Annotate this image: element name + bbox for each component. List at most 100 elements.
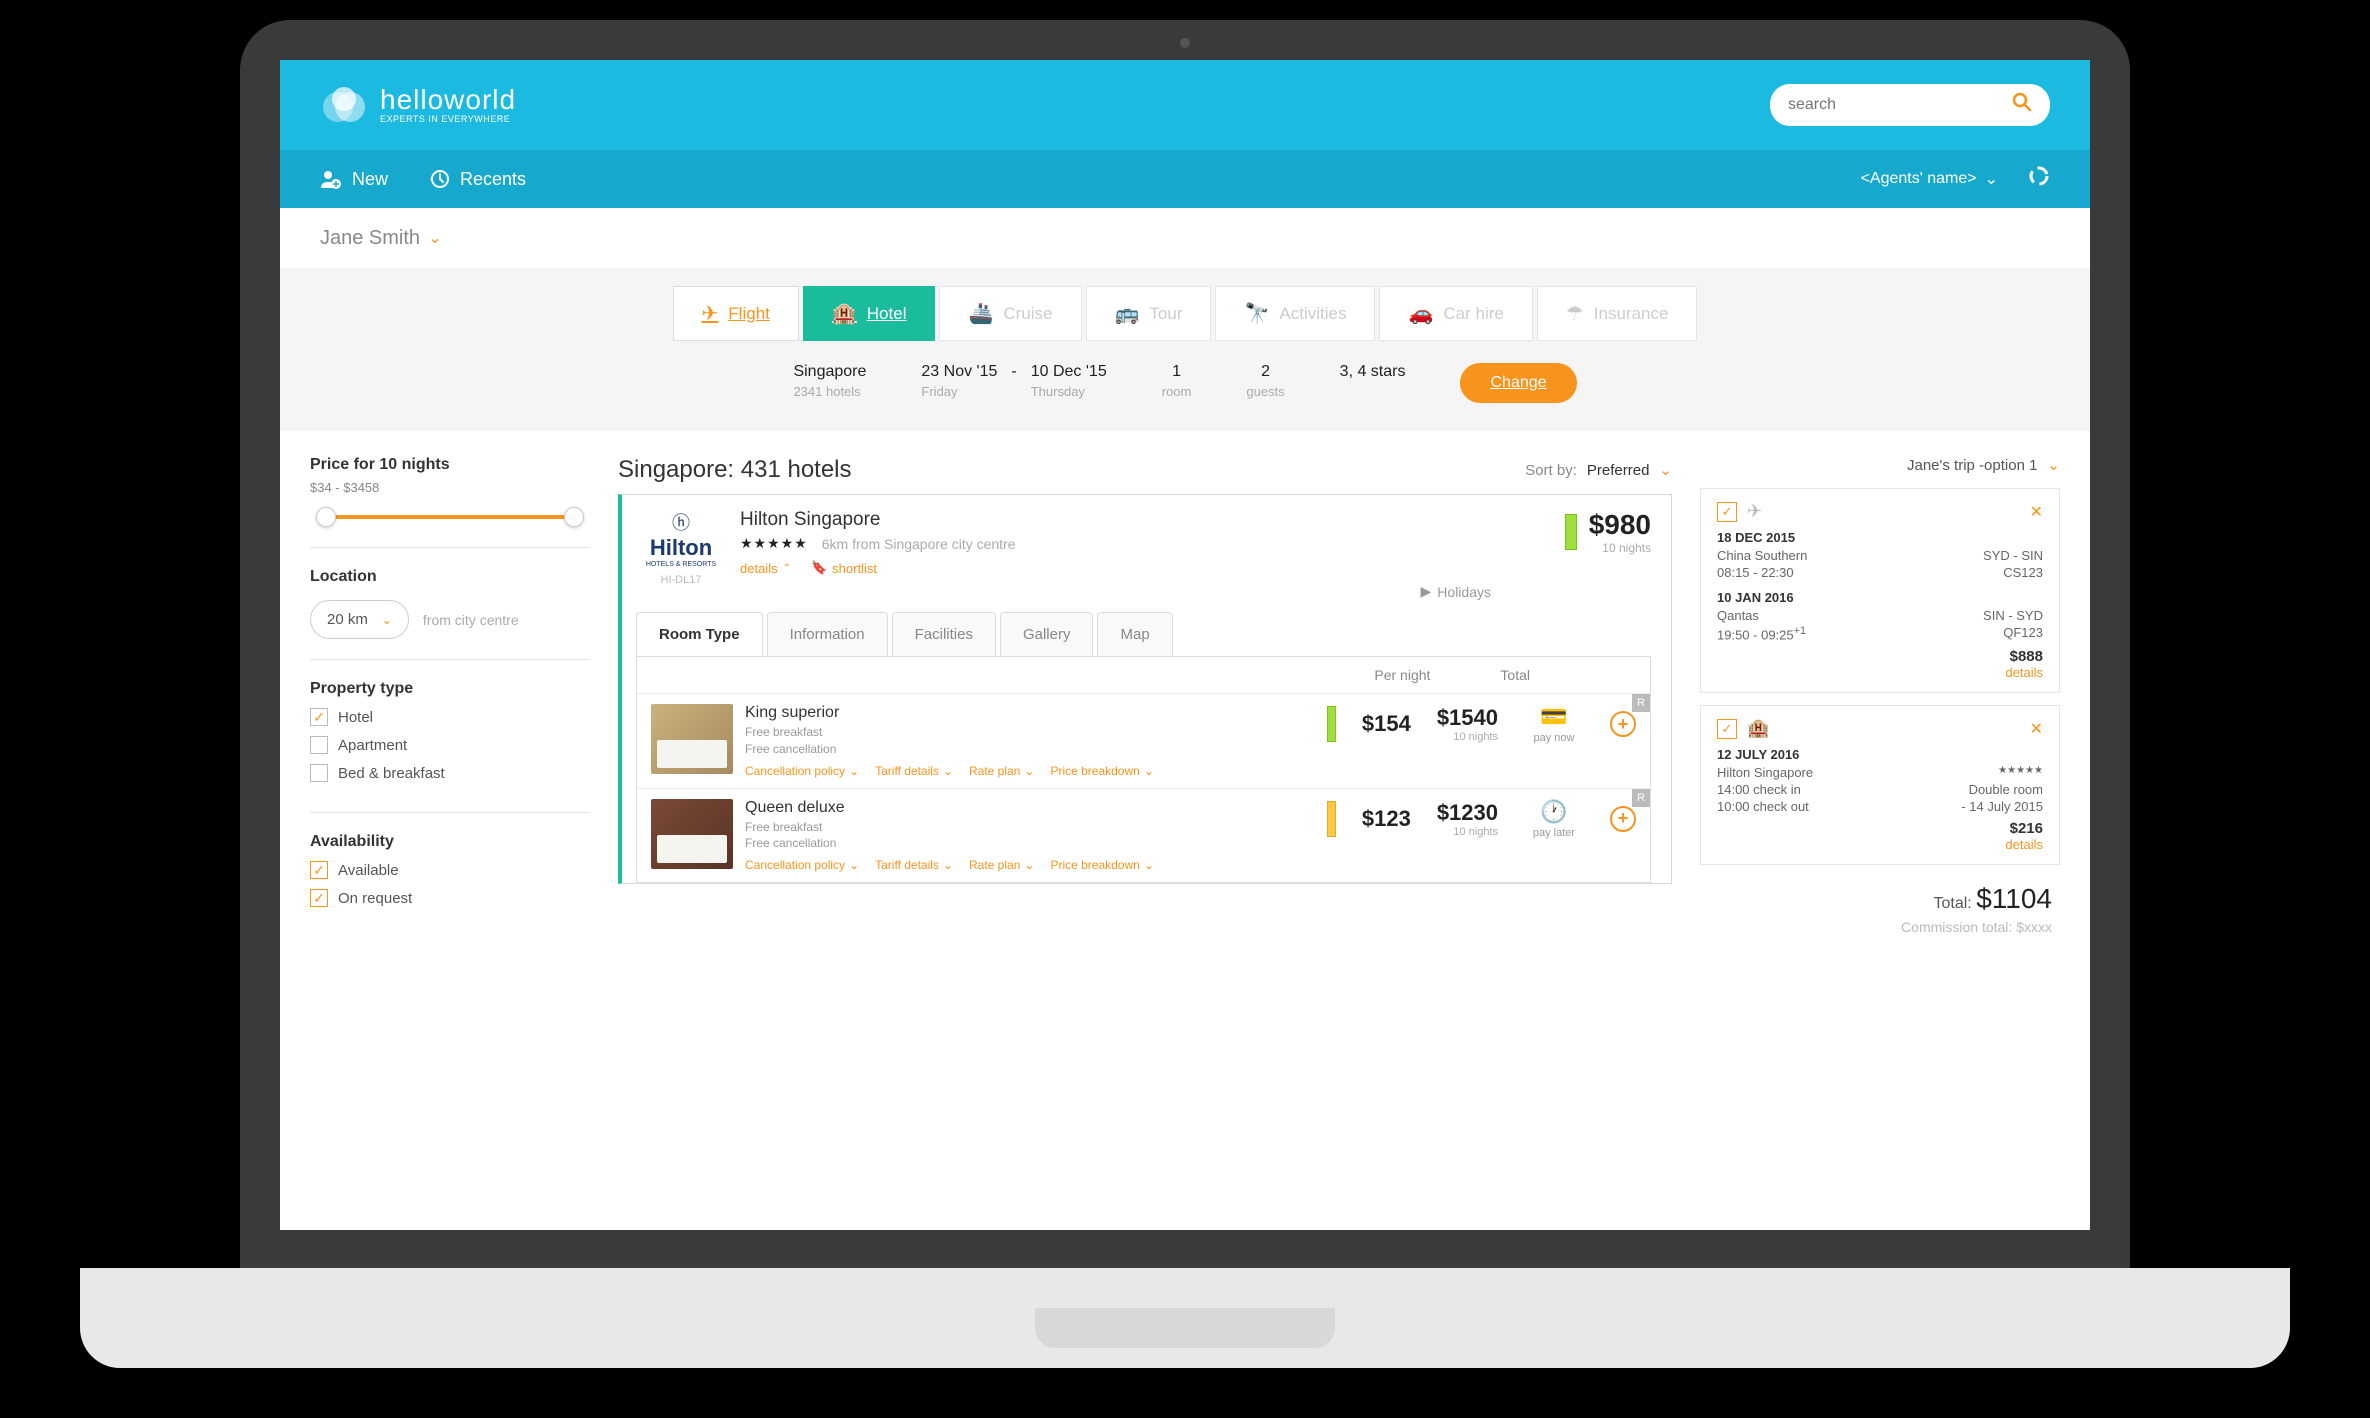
- airline: China Southern: [1717, 548, 1807, 563]
- col-total: Total: [1500, 667, 1530, 683]
- room-inclusion: Free cancellation: [745, 741, 1315, 758]
- brand-logo[interactable]: helloworld EXPERTS IN EVERYWHERE: [320, 85, 516, 126]
- tab-flight[interactable]: ✈Flight: [673, 286, 799, 341]
- link-label: Rate plan: [969, 764, 1020, 778]
- tab-car[interactable]: 🚗Car hire: [1379, 286, 1532, 341]
- new-button[interactable]: New: [320, 168, 388, 190]
- chevron-down-icon: ⌄: [2047, 456, 2060, 474]
- filter-sidebar: Price for 10 nights $34 - $3458 Location…: [310, 456, 590, 957]
- holidays-brand: ▶Holidays: [1421, 583, 1491, 600]
- tab-strip-area: ✈Flight 🏨Hotel 🚢Cruise 🚌Tour 🔭Activities…: [280, 268, 2090, 431]
- link-label: Rate plan: [969, 858, 1020, 872]
- pricebreak-link[interactable]: Price breakdown ⌄: [1050, 764, 1153, 778]
- add-room-button[interactable]: +: [1610, 806, 1636, 832]
- add-room-button[interactable]: +: [1610, 711, 1636, 737]
- car-icon: 🚗: [1408, 301, 1433, 326]
- criteria-guests-label: guests: [1246, 384, 1284, 399]
- trip-totals: Total: $1104 Commission total: $xxxx: [1700, 877, 2060, 941]
- cancellation-link[interactable]: Cancellation policy ⌄: [745, 764, 859, 778]
- checkout-time: 10:00 check out: [1717, 799, 1809, 814]
- hotel-price: $980: [1589, 509, 1651, 541]
- checkbox-apartment[interactable]: Apartment: [310, 736, 590, 754]
- tab-cruise[interactable]: 🚢Cruise: [939, 286, 1081, 341]
- checkbox-onrequest[interactable]: ✓On request: [310, 889, 590, 907]
- subtab-roomtype[interactable]: Room Type: [636, 612, 763, 656]
- chevron-down-icon: ⌄: [1659, 461, 1672, 479]
- header: helloworld EXPERTS IN EVERYWHERE: [280, 60, 2090, 150]
- rateplan-link[interactable]: Rate plan ⌄: [969, 764, 1034, 778]
- room-inclusion: Free breakfast: [745, 819, 1315, 836]
- subtab-information[interactable]: Information: [767, 612, 888, 656]
- subtab-facilities[interactable]: Facilities: [892, 612, 996, 656]
- trip-checkbox[interactable]: ✓: [1717, 502, 1737, 522]
- pricebreak-link[interactable]: Price breakdown ⌄: [1050, 858, 1153, 872]
- subtab-gallery[interactable]: Gallery: [1000, 612, 1094, 656]
- price-slider[interactable]: [310, 507, 590, 527]
- trip-details-link[interactable]: details: [1717, 837, 2043, 852]
- checkbox-label: On request: [338, 890, 412, 907]
- hotel-brand: Hilton: [636, 535, 726, 561]
- room-total: $1230: [1437, 800, 1498, 826]
- link-label: Cancellation policy: [745, 764, 845, 778]
- room-total: $1540: [1437, 705, 1498, 731]
- sort-label: Sort by:: [1525, 462, 1577, 479]
- search-box[interactable]: [1770, 84, 2050, 126]
- slider-thumb-min[interactable]: [316, 507, 336, 527]
- tab-insurance[interactable]: ☂Insurance: [1537, 286, 1698, 341]
- tab-activities[interactable]: 🔭Activities: [1215, 286, 1375, 341]
- content-area: Price for 10 nights $34 - $3458 Location…: [280, 431, 2090, 957]
- chevron-up-icon: ⌃: [783, 563, 791, 574]
- tab-label: Hotel: [867, 304, 907, 324]
- tab-hotel[interactable]: 🏨Hotel: [803, 286, 936, 341]
- ship-icon: 🚢: [968, 301, 993, 326]
- checkbox-icon: ✓: [310, 708, 328, 726]
- sort-dropdown[interactable]: Sort by: Preferred ⌄: [1525, 461, 1672, 479]
- search-icon[interactable]: [2012, 92, 2032, 118]
- trip-checkbox[interactable]: ✓: [1717, 719, 1737, 739]
- tariff-link[interactable]: Tariff details ⌄: [875, 764, 953, 778]
- room-inclusion: Free cancellation: [745, 835, 1315, 852]
- slider-thumb-max[interactable]: [564, 507, 584, 527]
- room-row: R Queen deluxe Free breakfast Free cance…: [637, 788, 1650, 883]
- link-label: details: [740, 561, 778, 576]
- link-label: shortlist: [832, 561, 877, 576]
- star-rating: ★★★★★: [1998, 765, 2043, 780]
- cancellation-link[interactable]: Cancellation policy ⌄: [745, 858, 859, 872]
- trip-remove-button[interactable]: ✕: [2030, 719, 2043, 739]
- room-per-night: $154: [1362, 711, 1411, 737]
- hotel-shortlist-link[interactable]: 🔖shortlist: [811, 560, 877, 576]
- tab-tour[interactable]: 🚌Tour: [1086, 286, 1212, 341]
- route: SIN - SYD: [1983, 608, 2043, 623]
- room-nights: 10 nights: [1437, 826, 1498, 838]
- hotel-icon: 🏨: [1747, 718, 1769, 739]
- rateplan-link[interactable]: Rate plan ⌄: [969, 858, 1034, 872]
- trip-option-select[interactable]: Jane's trip -option 1 ⌄: [1700, 456, 2060, 474]
- customer-dropdown[interactable]: Jane Smith ⌄: [320, 227, 441, 250]
- agent-dropdown[interactable]: <Agents' name> ⌄: [1861, 169, 1998, 189]
- plane-icon: ✈: [1747, 501, 1762, 522]
- checkbox-hotel[interactable]: ✓Hotel: [310, 708, 590, 726]
- trip-remove-button[interactable]: ✕: [2030, 502, 2043, 522]
- recents-button[interactable]: Recents: [428, 168, 526, 190]
- checkbox-bnb[interactable]: Bed & breakfast: [310, 764, 590, 782]
- laptop-notch: [1035, 1308, 1335, 1348]
- room-nights: 10 nights: [1437, 731, 1498, 743]
- search-input[interactable]: [1788, 96, 2012, 114]
- hotel-details-link[interactable]: details ⌃: [740, 560, 791, 576]
- room-thumbnail[interactable]: [651, 704, 733, 774]
- chevron-down-icon: ⌄: [1985, 169, 1998, 189]
- trip-details-link[interactable]: details: [1717, 665, 2043, 680]
- room-thumbnail[interactable]: [651, 799, 733, 869]
- pay-label: pay later: [1524, 827, 1584, 839]
- room-name: Queen deluxe: [745, 799, 1315, 817]
- trip-segment-date: 12 JULY 2016: [1717, 747, 2043, 762]
- tariff-link[interactable]: Tariff details ⌄: [875, 858, 953, 872]
- checkbox-available[interactable]: ✓Available: [310, 861, 590, 879]
- hotel-name: Hilton Singapore: [1717, 765, 1813, 780]
- subtab-map[interactable]: Map: [1097, 612, 1172, 656]
- location-distance-select[interactable]: 20 km ⌄: [310, 600, 409, 639]
- link-label: Price breakdown: [1050, 858, 1139, 872]
- change-button[interactable]: Change: [1460, 363, 1576, 403]
- hotel-card: ⓗ Hilton HOTELS & RESORTS HI-DL17 Hilton…: [618, 494, 1672, 884]
- refresh-icon[interactable]: [2028, 165, 2050, 193]
